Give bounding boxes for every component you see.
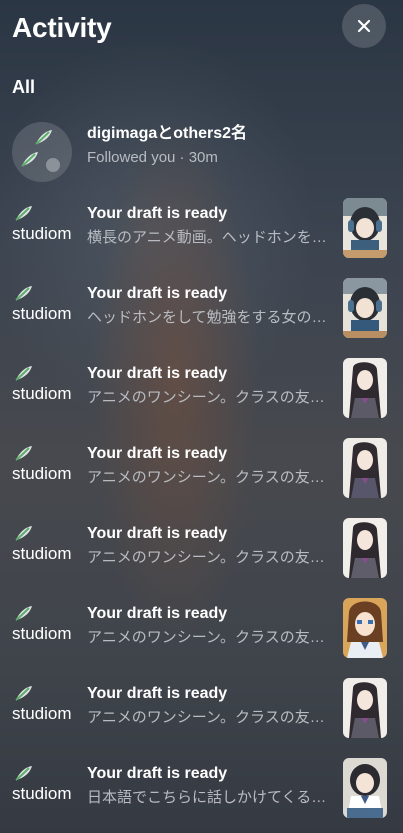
leaf-icon	[15, 366, 32, 381]
notification-text: Your draft is ready アニメのワンシーン。クラスの友達…	[87, 604, 327, 649]
app-name: studiom	[12, 624, 72, 643]
draft-thumbnail[interactable]	[343, 198, 387, 258]
notification-title: Your draft is ready	[87, 685, 228, 702]
draft-thumbnail[interactable]	[343, 438, 387, 498]
notification-title: Your draft is ready	[87, 605, 228, 622]
notification-subtitle: アニメのワンシーン。クラスの友達…	[87, 389, 327, 406]
notification-text: Your draft is ready アニメのワンシーン。クラスの友達…	[87, 364, 327, 409]
notification-text: Your draft is ready アニメのワンシーン。クラスの友達…	[87, 524, 327, 569]
notification-subtitle: アニメのワンシーン。クラスの友達…	[87, 469, 327, 486]
notification-text: Your draft is ready 横長のアニメ動画。ヘッドホンをし…	[87, 204, 327, 249]
leaf-icon	[21, 152, 38, 167]
notification-item-draft[interactable]: studiom Your draft is ready 横長のアニメ動画。ヘッド…	[0, 198, 403, 278]
app-logo: studiom	[12, 524, 72, 568]
app-name: studiom	[12, 384, 72, 403]
notification-title: Your draft is ready	[87, 205, 228, 222]
draft-thumbnail[interactable]	[343, 678, 387, 738]
notification-item-follow[interactable]: digimagaとothers2名 Followed you · 30m	[0, 118, 403, 198]
app-logo: studiom	[12, 684, 72, 728]
notification-item-draft[interactable]: studiom Your draft is ready アニメのワンシーン。クラ…	[0, 678, 403, 758]
notification-subtitle: Followed you · 30m	[87, 149, 218, 166]
notification-subtitle: ヘッドホンをして勉強をする女の子…	[87, 309, 327, 326]
notification-title: Your draft is ready	[87, 525, 228, 542]
app-logo: studiom	[12, 204, 72, 248]
app-name: studiom	[12, 784, 72, 803]
app-name: studiom	[12, 544, 72, 563]
leaf-icon	[35, 130, 52, 145]
notification-title: Your draft is ready	[87, 365, 228, 382]
notification-list: digimagaとothers2名 Followed you · 30m stu…	[0, 118, 403, 833]
notification-title: Your draft is ready	[87, 445, 228, 462]
notification-item-draft[interactable]: studiom Your draft is ready アニメのワンシーン。クラ…	[0, 598, 403, 678]
app-name: studiom	[12, 224, 72, 243]
app-name: studiom	[12, 464, 72, 483]
header: Activity	[0, 0, 403, 60]
close-icon	[357, 19, 371, 33]
leaf-icon	[15, 766, 32, 781]
notification-item-draft[interactable]: studiom Your draft is ready アニメのワンシーン。クラ…	[0, 518, 403, 598]
notification-text: Your draft is ready ヘッドホンをして勉強をする女の子…	[87, 284, 327, 329]
page-title: Activity	[12, 12, 112, 43]
notification-subtitle: アニメのワンシーン。クラスの友達…	[87, 709, 327, 726]
notification-text: Your draft is ready 日本語でこちらに話しかけてくる。…	[87, 764, 327, 809]
leaf-icon	[15, 606, 32, 621]
draft-thumbnail[interactable]	[343, 358, 387, 418]
filter-all[interactable]: All	[12, 77, 35, 98]
notification-text: Your draft is ready アニメのワンシーン。クラスの友達…	[87, 684, 327, 729]
notification-subtitle: アニメのワンシーン。クラスの友達…	[87, 629, 327, 646]
draft-thumbnail[interactable]	[343, 758, 387, 818]
notification-item-draft[interactable]: studiom Your draft is ready アニメのワンシーン。クラ…	[0, 358, 403, 438]
notification-subtitle: 日本語でこちらに話しかけてくる。…	[87, 789, 327, 806]
draft-thumbnail[interactable]	[343, 278, 387, 338]
leaf-icon	[15, 446, 32, 461]
leaf-icon	[15, 526, 32, 541]
app-name: studiom	[12, 304, 72, 323]
notification-title: Your draft is ready	[87, 285, 228, 302]
app-logo: studiom	[12, 764, 72, 808]
notification-title: Your draft is ready	[87, 765, 228, 782]
notification-title: digimagaとothers2名	[87, 125, 248, 142]
notification-text: Your draft is ready アニメのワンシーン。クラスの友達…	[87, 444, 327, 489]
notification-item-draft[interactable]: studiom Your draft is ready 日本語でこちらに話しかけ…	[0, 758, 403, 833]
app-logo: studiom	[12, 604, 72, 648]
group-avatar	[12, 122, 72, 182]
leaf-icon	[15, 206, 32, 221]
notification-item-draft[interactable]: studiom Your draft is ready アニメのワンシーン。クラ…	[0, 438, 403, 518]
notification-subtitle: アニメのワンシーン。クラスの友達…	[87, 549, 327, 566]
app-logo: studiom	[12, 284, 72, 328]
activity-panel: Activity All digimagaとothers2名 Followed …	[0, 0, 403, 833]
leaf-icon	[15, 286, 32, 301]
draft-thumbnail[interactable]	[343, 518, 387, 578]
notification-subtitle: 横長のアニメ動画。ヘッドホンをし…	[87, 229, 327, 246]
app-logo: studiom	[12, 364, 72, 408]
app-name: studiom	[12, 704, 72, 723]
leaf-icon	[15, 686, 32, 701]
app-logo: studiom	[12, 444, 72, 488]
notification-item-draft[interactable]: studiom Your draft is ready ヘッドホンをして勉強をす…	[0, 278, 403, 358]
draft-thumbnail[interactable]	[343, 598, 387, 658]
close-button[interactable]	[342, 4, 386, 48]
notification-text: digimagaとothers2名 Followed you · 30m	[87, 124, 327, 169]
user-avatar-icon	[46, 158, 60, 172]
